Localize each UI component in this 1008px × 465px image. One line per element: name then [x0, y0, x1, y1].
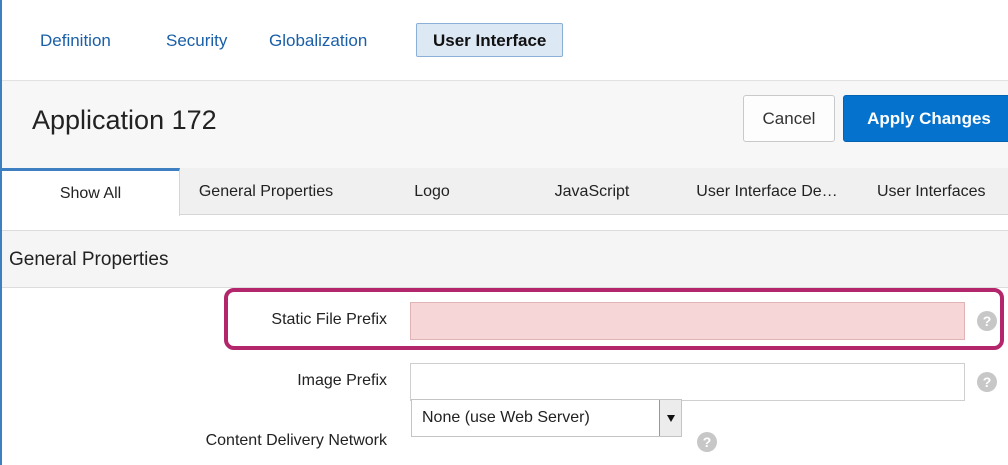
region-tab-bar: Show All General Properties Logo JavaScr…	[2, 168, 1008, 216]
apply-changes-button[interactable]: Apply Changes	[843, 95, 1008, 142]
dropdown-button[interactable]	[659, 400, 681, 436]
cancel-button[interactable]: Cancel	[743, 95, 835, 142]
tab-javascript[interactable]: JavaScript	[512, 168, 672, 215]
section-title: General Properties	[9, 249, 169, 270]
tab-user-interface[interactable]: User Interface	[416, 23, 564, 57]
tab-general-properties[interactable]: General Properties	[180, 168, 352, 215]
top-tab-bar: Definition Security Globalization User I…	[2, 0, 1008, 80]
tab-user-interface-defaults[interactable]: User Interface De…	[672, 168, 862, 215]
app-frame: Definition Security Globalization User I…	[0, 0, 1008, 465]
tab-show-all[interactable]: Show All	[2, 168, 180, 216]
content-delivery-network-select[interactable]: None (use Web Server)	[411, 399, 682, 437]
chevron-down-icon	[666, 414, 675, 422]
image-prefix-input[interactable]	[410, 363, 965, 401]
content-delivery-network-label: Content Delivery Network	[205, 432, 387, 449]
tab-globalization[interactable]: Globalization	[269, 31, 367, 51]
static-file-prefix-label: Static File Prefix	[271, 311, 387, 328]
static-file-prefix-input[interactable]	[410, 302, 965, 340]
tab-definition[interactable]: Definition	[40, 31, 111, 51]
image-prefix-label: Image Prefix	[297, 372, 387, 389]
tab-security[interactable]: Security	[166, 31, 227, 51]
tab-logo[interactable]: Logo	[352, 168, 512, 215]
page-title: Application 172	[32, 105, 217, 135]
content-delivery-network-help-icon[interactable]: ?	[697, 432, 717, 452]
tab-user-interfaces[interactable]: User Interfaces	[862, 168, 1008, 215]
image-prefix-help-icon[interactable]: ?	[977, 372, 997, 392]
section-header: General Properties	[2, 230, 1008, 288]
page-header: Application 172 Cancel Apply Changes	[2, 80, 1008, 168]
select-value: None (use Web Server)	[422, 409, 590, 426]
static-file-prefix-help-icon[interactable]: ?	[977, 311, 997, 331]
